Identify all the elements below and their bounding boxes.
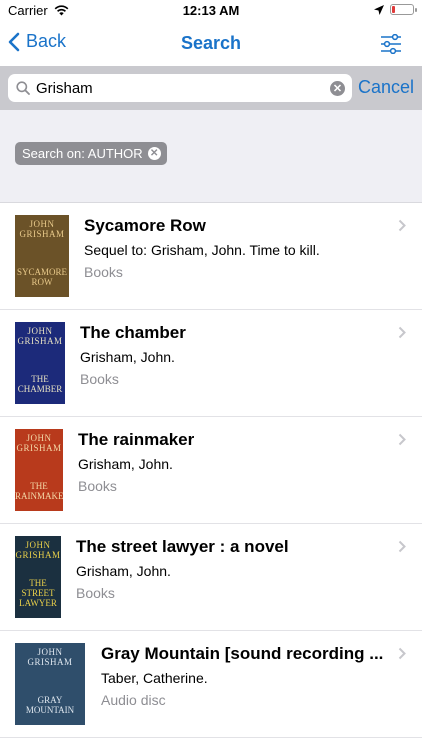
book-cover-image: JOHN GRISHAM THE RAINMAKER xyxy=(15,429,63,511)
status-time: 12:13 AM xyxy=(182,3,240,18)
result-format: Books xyxy=(78,478,117,494)
remove-filter-icon[interactable]: ✕ xyxy=(147,147,161,160)
book-cover-image: JOHN GRISHAM THE CHAMBER xyxy=(15,322,65,404)
clear-search-icon[interactable]: ✕ xyxy=(330,80,345,96)
result-title: Gray Mountain [sound recording ... xyxy=(101,644,384,663)
result-info: Sycamore Row Sequel to: Grisham, John. T… xyxy=(84,215,386,281)
book-cover-image: JOHN GRISHAM SYCAMORE ROW xyxy=(15,215,69,297)
status-right xyxy=(374,4,417,15)
location-arrow-icon xyxy=(374,4,384,15)
list-item[interactable]: JOHN GRISHAM SYCAMORE ROW Sycamore Row S… xyxy=(0,203,422,310)
search-bar: Grisham ✕ Cancel xyxy=(0,66,422,110)
cover-author-text: JOHN GRISHAM xyxy=(27,647,73,667)
cover-title-text: THE STREET LAWYER xyxy=(19,578,57,608)
result-info: The street lawyer : a novel Grisham, Joh… xyxy=(76,536,386,602)
chevron-right-icon xyxy=(398,219,406,232)
result-title: The rainmaker xyxy=(78,430,195,449)
book-cover-image: JOHN GRISHAM GRAY MOUNTAIN xyxy=(15,643,85,725)
result-format: Books xyxy=(84,264,123,280)
cancel-button[interactable]: Cancel xyxy=(358,77,414,98)
result-subtitle: Grisham, John. xyxy=(80,349,175,365)
status-bar: Carrier 12:13 AM xyxy=(0,0,422,22)
filter-chips-area: Search on: AUTHOR ✕ xyxy=(0,110,422,203)
result-format: Books xyxy=(76,585,115,601)
cover-author-text: JOHN GRISHAM xyxy=(17,326,63,346)
chevron-right-icon xyxy=(398,647,406,660)
navigation-bar: Back Search xyxy=(0,22,422,66)
cover-title-text: THE RAINMAKER xyxy=(15,481,63,501)
list-item[interactable]: JOHN GRISHAM THE CHAMBER The chamber Gri… xyxy=(0,310,422,417)
search-icon xyxy=(16,81,30,95)
book-cover-image: JOHN GRISHAM THE STREET LAWYER xyxy=(15,536,61,618)
filter-chip-author[interactable]: Search on: AUTHOR ✕ xyxy=(15,142,167,165)
filter-chip-label: Search on: AUTHOR xyxy=(22,146,143,161)
cover-title-text: THE CHAMBER xyxy=(17,374,63,394)
cover-title-text: SYCAMORE ROW xyxy=(16,267,67,287)
search-input[interactable]: Grisham ✕ xyxy=(8,74,352,102)
result-info: The rainmaker Grisham, John. Books xyxy=(78,429,386,495)
chevron-right-icon xyxy=(398,433,406,446)
search-value: Grisham xyxy=(36,79,93,97)
cover-author-text: JOHN GRISHAM xyxy=(19,219,65,239)
results-list: JOHN GRISHAM SYCAMORE ROW Sycamore Row S… xyxy=(0,203,422,738)
battery-fill xyxy=(392,6,395,13)
result-info: Gray Mountain [sound recording ... Taber… xyxy=(101,643,386,709)
result-subtitle: Grisham, John. xyxy=(78,456,173,472)
cover-author-text: JOHN GRISHAM xyxy=(16,433,62,453)
chevron-right-icon xyxy=(398,540,406,553)
result-subtitle: Taber, Catherine. xyxy=(101,670,208,686)
result-info: The chamber Grisham, John. Books xyxy=(80,322,386,388)
battery-icon xyxy=(390,4,417,15)
result-subtitle: Sequel to: Grisham, John. Time to kill. xyxy=(84,242,320,258)
result-title: The street lawyer : a novel xyxy=(76,537,289,556)
result-subtitle: Grisham, John. xyxy=(76,563,171,579)
filter-settings-icon[interactable] xyxy=(380,34,402,54)
page-title: Search xyxy=(180,33,242,53)
cover-author-text: JOHN GRISHAM xyxy=(15,540,61,560)
chevron-right-icon xyxy=(398,326,406,339)
result-format: Books xyxy=(80,371,119,387)
list-item[interactable]: JOHN GRISHAM THE STREET LAWYER The stree… xyxy=(0,524,422,631)
cover-title-text: GRAY MOUNTAIN xyxy=(25,695,75,715)
result-title: The chamber xyxy=(80,323,186,342)
result-title: Sycamore Row xyxy=(84,216,206,235)
result-format: Audio disc xyxy=(101,692,166,708)
list-item[interactable]: JOHN GRISHAM GRAY MOUNTAIN Gray Mountain… xyxy=(0,631,422,738)
list-item[interactable]: JOHN GRISHAM THE RAINMAKER The rainmaker… xyxy=(0,417,422,524)
